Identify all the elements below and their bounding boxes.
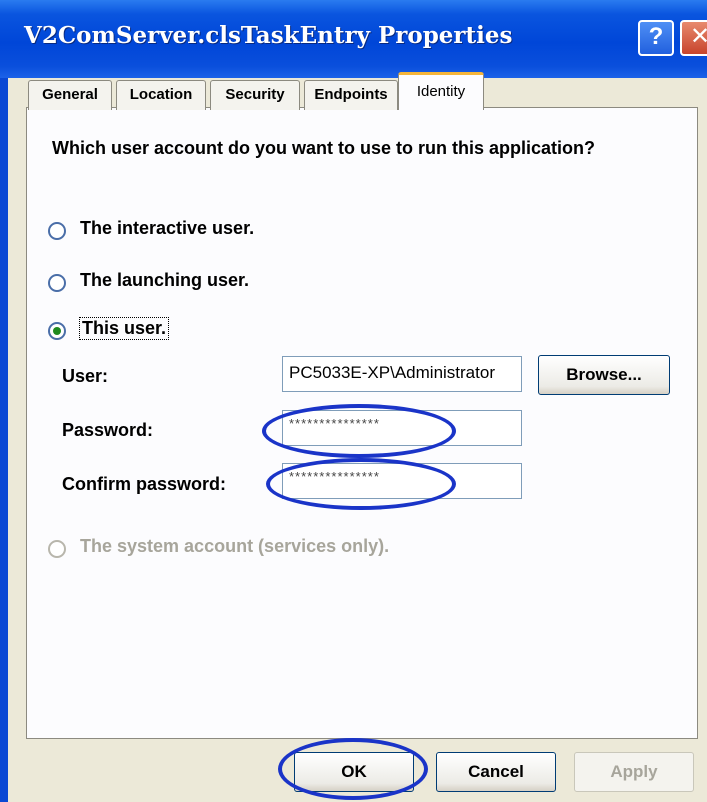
password-field[interactable]: *************** <box>282 410 522 446</box>
radio-label: This user. <box>78 317 170 340</box>
help-button[interactable]: ? <box>638 20 674 56</box>
ok-button[interactable]: OK <box>294 752 414 792</box>
apply-button: Apply <box>574 752 694 792</box>
radio-button[interactable] <box>48 274 66 292</box>
radio-label: The interactive user. <box>80 218 255 238</box>
radio-button-selected[interactable] <box>48 322 66 340</box>
cancel-button[interactable]: Cancel <box>436 752 556 792</box>
tab-identity[interactable]: Identity <box>398 72 484 110</box>
radio-label: The system account (services only). <box>80 536 390 556</box>
confirm-password-field[interactable]: *************** <box>282 463 522 499</box>
properties-dialog: V2ComServer.clsTaskEntry Properties ? ✕ … <box>0 0 707 802</box>
window-title: V2ComServer.clsTaskEntry Properties <box>24 22 513 49</box>
tab-location[interactable]: Location <box>116 80 206 110</box>
close-button[interactable]: ✕ <box>680 20 707 56</box>
tab-security[interactable]: Security <box>210 80 300 110</box>
title-bar[interactable]: V2ComServer.clsTaskEntry Properties ? ✕ <box>0 0 707 78</box>
radio-button[interactable] <box>48 222 66 240</box>
radio-button-disabled <box>48 540 66 558</box>
password-label: Password: <box>62 420 154 440</box>
confirm-password-label: Confirm password: <box>62 474 227 494</box>
window-frame <box>0 78 8 802</box>
user-field[interactable]: PC5033E-XP\Administrator <box>282 356 522 392</box>
browse-button[interactable]: Browse... <box>538 355 670 395</box>
tab-general[interactable]: General <box>28 80 112 110</box>
tab-endpoints[interactable]: Endpoints <box>304 80 398 110</box>
account-question: Which user account do you want to use to… <box>52 138 596 158</box>
user-label: User: <box>62 366 109 386</box>
radio-label: The launching user. <box>80 270 250 290</box>
